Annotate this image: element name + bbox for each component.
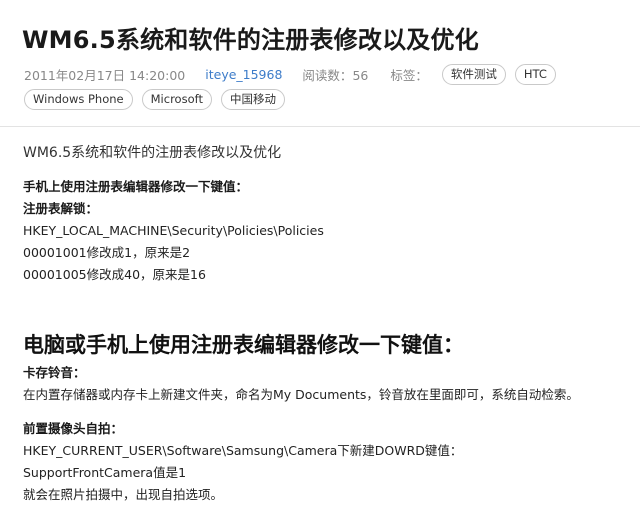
ringtone-heading: 卡存铃音： [23, 365, 86, 380]
publish-date: 2011年02月17日 14:20:00 [24, 67, 186, 83]
tag-windows-phone[interactable]: Windows Phone [24, 89, 133, 110]
header-divider [0, 126, 640, 127]
unlock-line: 00001005修改成40，原来是16 [23, 267, 206, 282]
section2-heading: 电脑或手机上使用注册表编辑器修改一下键值： [23, 333, 464, 357]
article-page: WM6.5系统和软件的注册表修改以及优化 2011年02月17日 14:20:0… [0, 0, 640, 527]
unlock-line: 00001001修改成1，原来是2 [23, 245, 191, 260]
ringtone-line: 在内置存储器或内存卡上新建文件夹，命名为My Documents，铃音放在里面即… [23, 387, 579, 402]
article-title: WM6.5系统和软件的注册表修改以及优化 [22, 26, 479, 54]
camera-line: SupportFrontCamera值是1 [23, 465, 187, 480]
unlock-line: HKEY_LOCAL_MACHINE\Security\Policies\Pol… [23, 223, 324, 238]
camera-heading: 前置摄像头自拍： [23, 421, 124, 436]
camera-line: 就会在照片拍摄中，出现自拍选项。 [23, 487, 224, 502]
tag-china-mobile[interactable]: 中国移动 [220, 89, 285, 110]
tag-microsoft[interactable]: Microsoft [141, 89, 212, 110]
tag-software-testing[interactable]: 软件测试 [441, 63, 506, 85]
section1-heading: 手机上使用注册表编辑器修改一下键值： [23, 179, 249, 194]
tags-label: 标签： [390, 67, 428, 83]
views-value: 56 [352, 67, 369, 83]
tags-row: Windows Phone Microsoft 中国移动 [24, 89, 294, 110]
tag-htc[interactable]: HTC [514, 63, 556, 85]
article-meta: 2011年02月17日 14:20:00 iteye_15968 阅读数：56 … [24, 63, 565, 85]
article-body: WM6.5系统和软件的注册表修改以及优化 手机上使用注册表编辑器修改一下键值： … [23, 142, 630, 506]
unlock-heading: 注册表解锁： [23, 201, 99, 216]
view-count: 阅读数：56 [302, 65, 368, 84]
lead-paragraph: WM6.5系统和软件的注册表修改以及优化 [23, 145, 282, 161]
camera-line: HKEY_CURRENT_USER\Software\Samsung\Camer… [23, 443, 463, 458]
author-link[interactable]: iteye_15968 [205, 67, 282, 82]
views-label: 阅读数： [302, 67, 353, 83]
